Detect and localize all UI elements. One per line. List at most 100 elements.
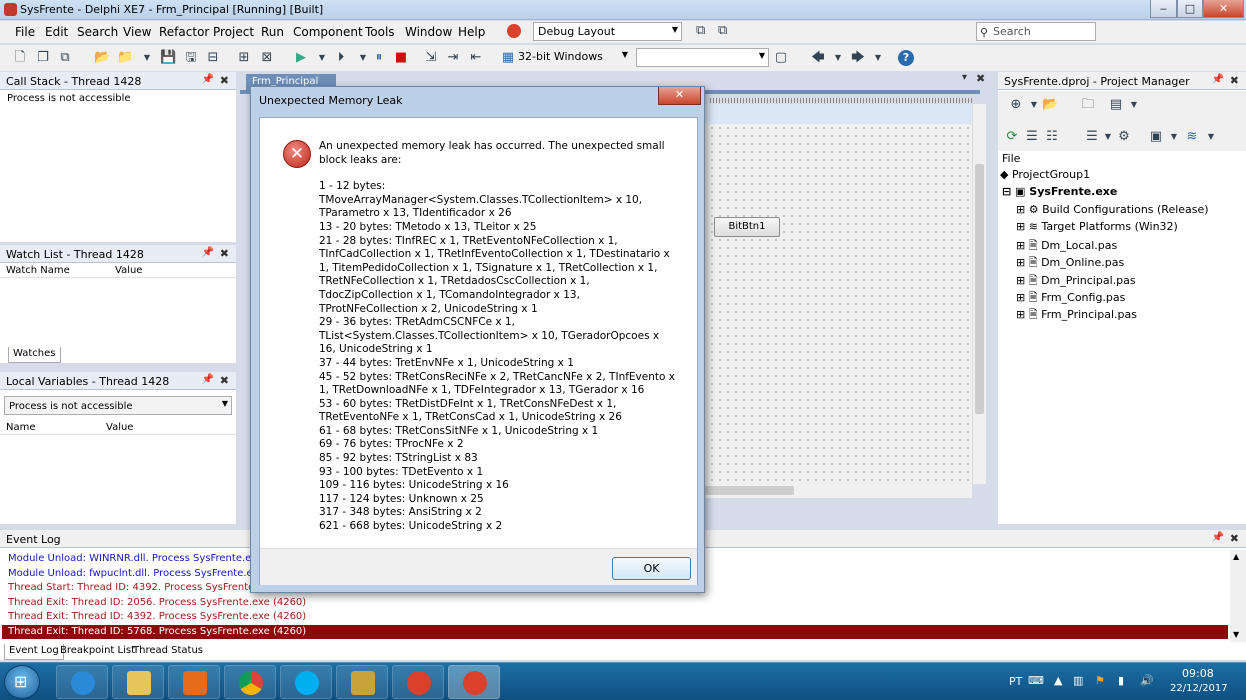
tree-item[interactable]: ⊞ 🗎 Dm_Online.pas xyxy=(1016,254,1124,273)
pause-icon[interactable]: ⏸ xyxy=(371,50,387,66)
taskbar-skype[interactable] xyxy=(280,665,332,699)
local-name-column[interactable]: Name xyxy=(6,422,36,433)
close-icon[interactable]: ✖ xyxy=(220,374,229,387)
tree-item[interactable]: ⊞ ⚙ Build Configurations (Release) xyxy=(1016,203,1209,216)
chevron-down-icon[interactable]: ▼ xyxy=(1126,97,1142,113)
menu-refactor[interactable]: Refactor xyxy=(159,25,209,39)
taskbar-delphi-running[interactable] xyxy=(448,665,500,699)
trace-into-icon[interactable]: ⇲ xyxy=(423,50,439,66)
log-line[interactable]: Thread Exit: Thread ID: 4392. Process Sy… xyxy=(8,611,306,622)
build-icon[interactable]: ⚙ xyxy=(1116,129,1132,145)
local-value-column[interactable]: Value xyxy=(106,422,133,433)
minimize-button[interactable]: ‒ xyxy=(1150,0,1177,18)
chevron-down-icon[interactable]: ▼ xyxy=(314,50,330,66)
clock-date[interactable]: 22/12/2017 xyxy=(1170,683,1228,694)
clock-time[interactable]: 09:08 xyxy=(1182,667,1214,680)
remove-icon[interactable]: 🗀 xyxy=(1080,97,1096,113)
search-input[interactable]: ⚲ Search xyxy=(976,22,1096,41)
tab-event-log[interactable]: Event Log xyxy=(4,644,64,660)
expand-icon[interactable]: ⊞ xyxy=(1016,239,1029,252)
run-to-cursor-icon[interactable]: ⇤ xyxy=(468,50,484,66)
taskbar-chrome[interactable] xyxy=(224,665,276,699)
tree-project[interactable]: ⊟ ▣ SysFrente.exe xyxy=(1002,185,1117,198)
taskbar-explorer[interactable] xyxy=(112,665,164,699)
watch-name-column[interactable]: Watch Name xyxy=(6,265,70,276)
expand-icon[interactable]: ⊟ xyxy=(1002,185,1015,198)
help-icon[interactable]: ? xyxy=(898,50,914,66)
expand-icon[interactable]: ⊞ xyxy=(1016,274,1029,287)
chevron-down-icon[interactable]: ▾ xyxy=(962,72,967,83)
tab-breakpoint-list[interactable]: Breakpoint List xyxy=(60,645,135,656)
menu-window[interactable]: Window xyxy=(405,25,452,39)
taskbar-ie[interactable] xyxy=(56,665,108,699)
device-icon[interactable]: ▢ xyxy=(773,50,789,66)
expand-icon[interactable]: ⊞ xyxy=(1016,308,1029,321)
menu-file[interactable]: File xyxy=(15,25,35,39)
log-line-selected[interactable]: Thread Exit: Thread ID: 5768. Process Sy… xyxy=(8,626,306,637)
list-icon[interactable]: ☰ xyxy=(1084,129,1100,145)
expand-icon[interactable]: ⊞ xyxy=(1016,203,1029,216)
scroll-up-icon[interactable]: ▲ xyxy=(1233,552,1239,561)
close-icon[interactable]: ✖ xyxy=(1230,532,1239,545)
menu-edit[interactable]: Edit xyxy=(45,25,68,39)
save-as-icon[interactable]: ⊟ xyxy=(205,50,221,66)
dialog-close-button[interactable]: ✕ xyxy=(658,87,701,105)
config-combo[interactable]: ▼ xyxy=(636,48,769,67)
sort-icon[interactable]: ☰ xyxy=(1024,129,1040,145)
view-icon[interactable]: ▤ xyxy=(1108,97,1124,113)
menu-run[interactable]: Run xyxy=(261,25,284,39)
taskbar-app[interactable] xyxy=(336,665,388,699)
taskbar-media[interactable] xyxy=(168,665,220,699)
chevron-down-icon[interactable]: ▼ xyxy=(1100,129,1116,145)
expand-icon[interactable]: ⊞ xyxy=(1016,291,1029,304)
options-icon[interactable]: ≋ xyxy=(1184,129,1200,145)
back-arrow-icon[interactable]: 🡄 xyxy=(810,50,826,66)
tree-project-group[interactable]: ◆ ProjectGroup1 xyxy=(1000,168,1090,181)
new-form-icon[interactable]: ⧉ xyxy=(57,50,73,66)
log-scrollbar[interactable]: ▲ ▼ xyxy=(1230,550,1246,642)
watch-value-column[interactable]: Value xyxy=(115,265,142,276)
platform-combo[interactable]: 32-bit Windows ▼ xyxy=(514,48,631,67)
step-over-icon[interactable]: ⇥ xyxy=(445,50,461,66)
save-icon[interactable]: 💾 xyxy=(160,50,176,66)
chevron-down-icon[interactable]: ▼ xyxy=(139,50,155,66)
local-variables-combo[interactable]: Process is not accessible ▼ xyxy=(4,396,232,415)
tree-item[interactable]: ⊞ ≋ Target Platforms (Win32) xyxy=(1016,220,1178,233)
bitbtn1-button[interactable]: BitBtn1 xyxy=(714,217,780,237)
menu-view[interactable]: View xyxy=(123,25,151,39)
run-icon[interactable]: ▶ xyxy=(293,50,309,66)
expand-icon[interactable]: ⊞ xyxy=(1016,220,1029,233)
chevron-down-icon[interactable]: ▼ xyxy=(1026,97,1042,113)
form-canvas[interactable] xyxy=(700,124,972,484)
taskbar-delphi[interactable] xyxy=(392,665,444,699)
menu-help[interactable]: Help xyxy=(458,25,485,39)
action-center-icon[interactable]: ⚑ xyxy=(1095,674,1105,687)
new-icon[interactable]: 🗋 xyxy=(12,50,28,66)
pin-icon[interactable]: 📌 xyxy=(202,374,214,385)
keyboard-icon[interactable]: ⌨ xyxy=(1028,674,1044,687)
close-icon[interactable]: ✖ xyxy=(1230,74,1239,87)
add-icon[interactable]: 📂 xyxy=(1042,97,1058,113)
open-project-icon[interactable]: 📁 xyxy=(117,50,133,66)
chevron-down-icon[interactable]: ▼ xyxy=(830,50,846,66)
stop-icon[interactable]: ■ xyxy=(393,50,409,66)
pin-icon[interactable]: 📌 xyxy=(202,74,214,85)
volume-icon[interactable]: 🔊 xyxy=(1140,674,1154,687)
save-all-icon[interactable]: 🖫 xyxy=(183,50,199,66)
open-icon[interactable]: 📂 xyxy=(94,50,110,66)
menu-search[interactable]: Search xyxy=(77,25,118,39)
vertical-scrollbar[interactable] xyxy=(972,104,986,484)
remove-file-icon[interactable]: ⊠ xyxy=(259,50,275,66)
maximize-button[interactable]: □ xyxy=(1177,0,1203,18)
network-icon[interactable]: ▥ xyxy=(1073,674,1083,687)
collapse-icon[interactable]: ☷ xyxy=(1044,129,1060,145)
tab-thread-status[interactable]: Thread Status xyxy=(133,645,203,656)
scrollbar-thumb[interactable] xyxy=(975,164,984,414)
menu-component[interactable]: Component xyxy=(293,25,363,39)
close-button[interactable]: ✕ xyxy=(1203,0,1244,18)
set-layout-icon[interactable]: ⧉ xyxy=(718,23,727,38)
show-hidden-icons[interactable]: ▲ xyxy=(1054,674,1062,687)
scrollbar-thumb[interactable] xyxy=(704,486,794,495)
pin-icon[interactable]: 📌 xyxy=(1212,532,1224,543)
save-layout-icon[interactable]: ⧉ xyxy=(696,23,705,38)
